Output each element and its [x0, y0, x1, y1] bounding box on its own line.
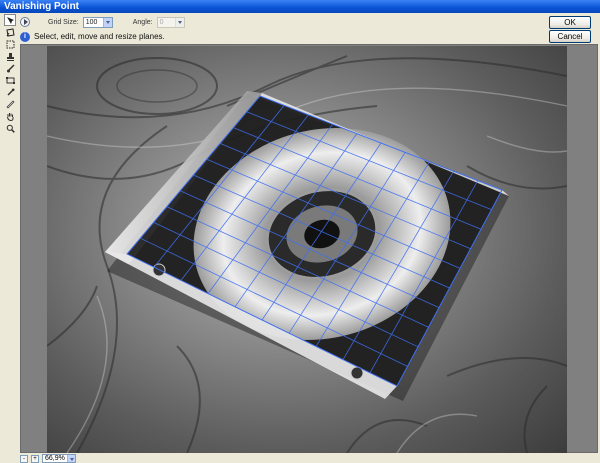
angle-label: Angle: [132, 18, 153, 26]
create-plane-tool-icon[interactable] [4, 26, 16, 38]
grid-size-value: 100 [85, 18, 98, 26]
chevron-down-icon[interactable] [67, 455, 75, 462]
preview-canvas[interactable] [20, 44, 598, 453]
ok-button[interactable]: OK [549, 16, 591, 29]
transform-tool-icon[interactable] [4, 74, 16, 86]
zoom-select[interactable]: 66,9% [42, 454, 76, 463]
angle-value: 0 [159, 18, 164, 26]
grid-size-label: Grid Size: [48, 18, 79, 26]
marquee-tool-icon[interactable] [4, 38, 16, 50]
options-bar: Grid Size: 100 Angle: 0 [20, 15, 185, 29]
play-icon[interactable] [20, 17, 30, 27]
hint-bar: i Select, edit, move and resize planes. [20, 30, 540, 43]
toolbox [4, 14, 16, 134]
photo-preview[interactable] [47, 46, 567, 453]
hint-text: Select, edit, move and resize planes. [34, 32, 165, 41]
wood-and-cd-image [47, 55, 567, 453]
chevron-down-icon[interactable] [102, 17, 112, 27]
zoom-out-button[interactable]: - [20, 454, 28, 463]
chevron-down-icon [174, 17, 184, 27]
brush-tool-icon[interactable] [4, 62, 16, 74]
edit-plane-tool-icon[interactable] [4, 14, 16, 26]
measure-tool-icon[interactable] [4, 98, 16, 110]
stamp-tool-icon[interactable] [4, 50, 16, 62]
zoom-tool-icon[interactable] [4, 122, 16, 134]
zoom-in-button[interactable]: + [31, 454, 39, 463]
eyedropper-tool-icon[interactable] [4, 86, 16, 98]
angle-select: 0 [156, 16, 185, 28]
grid-size-select[interactable]: 100 [82, 16, 113, 28]
info-icon: i [20, 31, 30, 42]
zoom-value: 66,9% [45, 455, 65, 462]
cancel-button[interactable]: Cancel [549, 30, 591, 43]
window-title: Vanishing Point [0, 0, 600, 13]
status-bar: - + 66,9% [20, 454, 598, 463]
hand-tool-icon[interactable] [4, 110, 16, 122]
vanishing-point-dialog: Vanishing Point Grid Size: 100 Angle: 0 … [0, 0, 600, 463]
